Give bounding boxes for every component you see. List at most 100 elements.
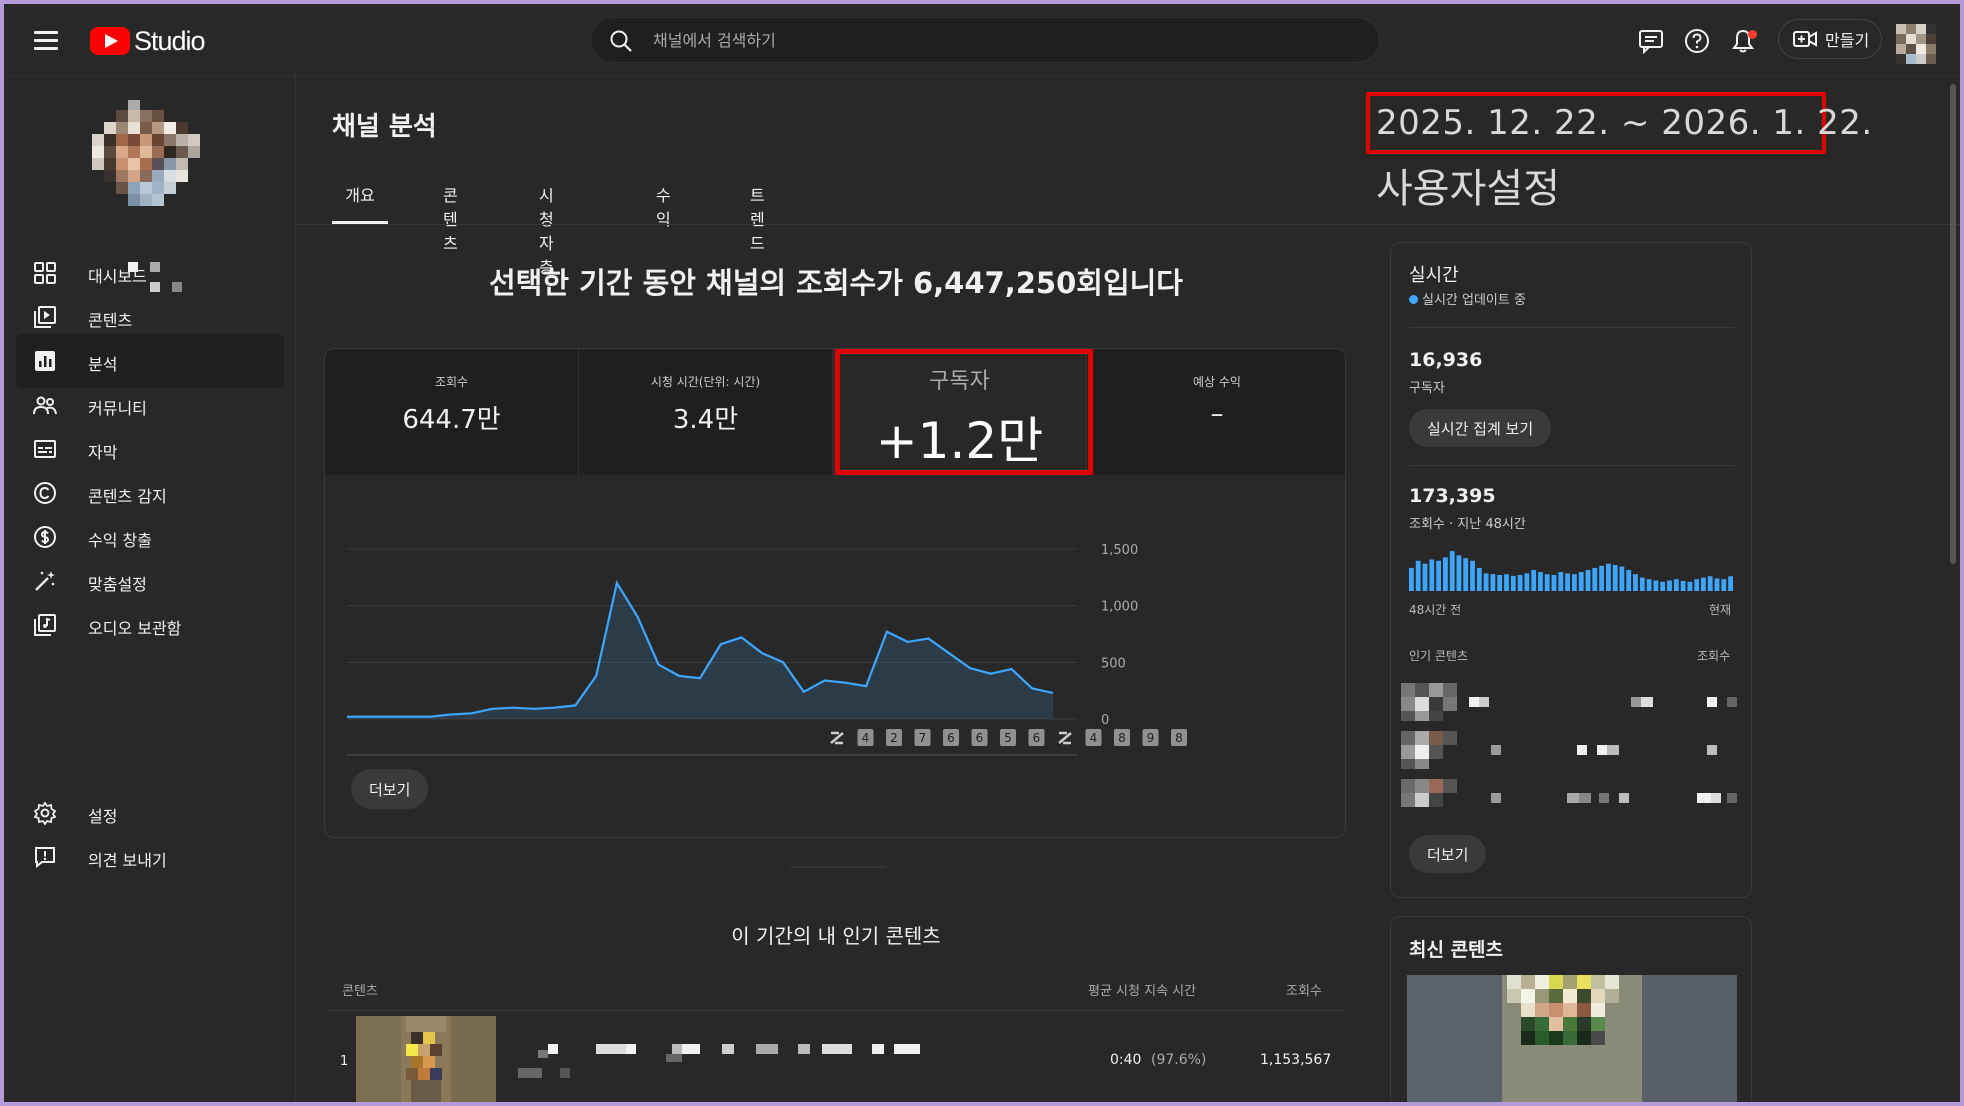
- table-divider: [328, 1010, 1346, 1011]
- sidebar-item-feedback[interactable]: 의견 보내기: [16, 830, 284, 884]
- date-range-mode[interactable]: 사용자설정: [1376, 156, 1560, 214]
- link-marker-icon[interactable]: [1058, 731, 1072, 745]
- notification-badge: [1748, 30, 1757, 39]
- realtime-bar: [1728, 576, 1733, 591]
- realtime-bar-chart[interactable]: [1409, 543, 1735, 593]
- event-marker[interactable]: 7: [914, 729, 931, 746]
- sidebar-item-label: 맞춤설정: [88, 575, 147, 594]
- marker-label: 6: [976, 731, 984, 745]
- metric-watch-time[interactable]: 시청 시간(단위: 시간) 3.4만: [579, 349, 833, 475]
- tab-audience[interactable]: 시청자층: [539, 182, 554, 277]
- event-marker[interactable]: 6: [1028, 729, 1045, 746]
- y-tick-label: 1,000: [1101, 600, 1138, 615]
- realtime-bar: [1476, 567, 1482, 591]
- realtime-bar: [1680, 580, 1686, 591]
- tab-revenue[interactable]: 수익: [656, 182, 671, 229]
- tab-trends[interactable]: 트렌드: [750, 182, 765, 253]
- realtime-title: 실시간: [1409, 265, 1459, 286]
- marker-label: 7: [919, 731, 927, 745]
- subscribers-highlight: [835, 349, 1093, 475]
- overview-chart-card: 조회수 644.7만 시청 시간(단위: 시간) 3.4만 구독자 +1.2만 …: [324, 348, 1346, 838]
- y-tick-label: 0: [1101, 713, 1109, 728]
- feedback-icon: [35, 847, 55, 869]
- sidebar-item-audio-library[interactable]: 오디오 보관함: [16, 598, 284, 652]
- event-marker[interactable]: 6: [971, 729, 988, 746]
- sidebar-item-label: 콘텐츠 감지: [88, 487, 167, 506]
- menu-icon[interactable]: [34, 31, 58, 51]
- latest-content-title: 최신 콘텐츠: [1409, 939, 1504, 961]
- link-marker-icon[interactable]: [830, 731, 844, 745]
- top-bar: Studio 만들기: [4, 4, 1960, 76]
- link-glyph: [1058, 731, 1072, 745]
- marker-label: 4: [862, 731, 870, 745]
- date-range-picker[interactable]: 2025. 12. 22. ~ 2026. 1. 22.: [1376, 103, 1873, 143]
- realtime-bar: [1409, 567, 1414, 591]
- event-marker[interactable]: 9: [1142, 729, 1159, 746]
- marker-label: 8: [1118, 731, 1126, 745]
- realtime-popular-list-redacted[interactable]: [1401, 683, 1747, 813]
- help-icon[interactable]: [1684, 28, 1710, 54]
- realtime-bar: [1558, 572, 1564, 591]
- marker-label: 2: [890, 731, 898, 745]
- sidebar-item-label: 커뮤니티: [88, 399, 147, 418]
- views-area-chart[interactable]: 1,5001,0005000427665648982025. 12...2025…: [325, 519, 1346, 769]
- sidebar-item-label: 자막: [88, 443, 118, 462]
- row-views: 1,153,567: [1260, 1052, 1332, 1068]
- realtime-bar: [1517, 575, 1523, 591]
- realtime-bar: [1714, 578, 1720, 591]
- realtime-bar: [1504, 574, 1509, 591]
- metric-views[interactable]: 조회수 644.7만: [325, 349, 579, 475]
- realtime-bar: [1585, 570, 1591, 591]
- video-title-redacted[interactable]: [518, 1040, 938, 1084]
- event-marker[interactable]: 5: [1000, 729, 1016, 746]
- realtime-popular-col: 조회수: [1697, 649, 1731, 663]
- event-marker[interactable]: 4: [857, 729, 874, 746]
- event-marker[interactable]: 8: [1171, 729, 1187, 746]
- marker-label: 6: [1033, 731, 1041, 745]
- page-title: 채널 분석: [332, 112, 437, 142]
- metric-label: 예상 수익: [1193, 375, 1241, 389]
- realtime-bar: [1673, 579, 1679, 591]
- page-scrollbar[interactable]: [1950, 84, 1956, 564]
- realtime-bar: [1510, 575, 1516, 591]
- sidebar-item-label: 설정: [88, 807, 118, 826]
- col-avg-duration[interactable]: 평균 시청 지속 시간: [1088, 980, 1196, 999]
- realtime-axis-end: 현재: [1709, 603, 1732, 617]
- tab-content[interactable]: 콘텐츠: [443, 182, 458, 253]
- event-marker[interactable]: 8: [1114, 729, 1130, 746]
- search-input[interactable]: [653, 18, 1353, 62]
- latest-content-thumbnail[interactable]: [1407, 975, 1737, 1102]
- search-bar[interactable]: [590, 17, 1380, 63]
- studio-logo[interactable]: Studio: [90, 26, 206, 56]
- row-rank: 1: [340, 1054, 349, 1069]
- realtime-more-button[interactable]: 더보기: [1409, 835, 1487, 873]
- col-views[interactable]: 조회수: [1286, 980, 1322, 999]
- event-marker[interactable]: 4: [1085, 729, 1102, 746]
- realtime-bar: [1660, 581, 1666, 591]
- marker-label: 6: [947, 731, 955, 745]
- col-content[interactable]: 콘텐츠: [342, 980, 378, 999]
- divider: [1409, 327, 1735, 328]
- summary-headline: 선택한 기간 동안 채널의 조회수가 6,447,250회입니다: [488, 266, 1183, 300]
- realtime-views-label: 조회수 · 지난 48시간: [1409, 517, 1526, 532]
- realtime-bar: [1599, 565, 1604, 591]
- sidebar-item-label: 오디오 보관함: [88, 619, 182, 638]
- metric-revenue[interactable]: 예상 수익 –: [1087, 349, 1345, 475]
- video-camera-icon: [1793, 31, 1817, 47]
- channel-avatar[interactable]: [88, 100, 216, 240]
- tab-overview[interactable]: 개요: [332, 182, 388, 224]
- messages-icon[interactable]: [1638, 28, 1664, 54]
- realtime-bar: [1538, 572, 1543, 591]
- event-marker[interactable]: 6: [943, 729, 959, 746]
- video-thumbnail[interactable]: [356, 1016, 496, 1102]
- chart-more-button[interactable]: 더보기: [351, 769, 429, 809]
- studio-window: Studio 만들기: [4, 4, 1960, 1102]
- event-marker[interactable]: 2: [886, 729, 902, 746]
- realtime-view-button[interactable]: 실시간 집계 보기: [1409, 409, 1552, 447]
- sidebar-item-label: 의견 보내기: [88, 851, 167, 870]
- tab-label: 콘텐츠: [443, 186, 458, 253]
- account-avatar[interactable]: [1896, 24, 1936, 64]
- create-button[interactable]: 만들기: [1778, 19, 1882, 59]
- y-tick-label: 1,500: [1101, 543, 1138, 558]
- realtime-subscribers: 16,936: [1409, 349, 1483, 371]
